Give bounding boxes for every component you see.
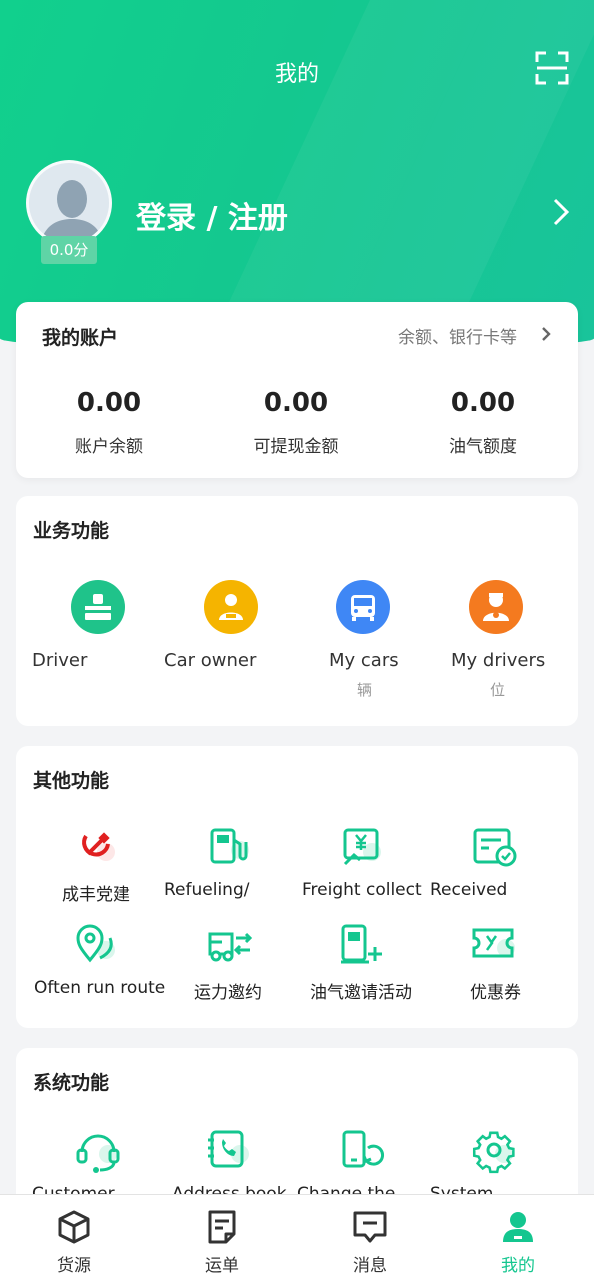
stat-value: 0.00 [263,388,329,418]
stat-value: 0.00 [450,388,516,418]
other-item-label[interactable]: 运力邀约 [194,978,262,1003]
box-icon [58,1210,90,1244]
stat-fuel-quota[interactable]: 0.00 油气额度 [393,388,573,457]
coupon-icon[interactable] [470,920,518,968]
car-owner-icon[interactable] [204,580,258,634]
business-title: 业务功能 [33,520,110,542]
login-register-link[interactable]: 登录 / 注册 [136,193,288,237]
settings-gear-icon[interactable] [470,1126,518,1174]
fuel-pump-icon[interactable] [206,822,254,870]
route-icon[interactable] [74,920,122,968]
freight-receipt-icon[interactable] [338,822,386,870]
change-phone-icon[interactable] [338,1126,386,1174]
waybill-icon [208,1210,236,1244]
business-item-sub: 位 [490,681,506,699]
stat-label: 账户余额 [75,437,143,457]
other-item-label[interactable]: Received [430,880,507,900]
system-functions-title: 系统功能 [33,1072,110,1094]
drivers-icon[interactable] [469,580,523,634]
account-more-link[interactable]: 余额、银行卡等 [398,323,517,348]
other-item-label[interactable]: Often run route [34,978,165,998]
stat-value: 0.00 [76,388,142,418]
tab-label: 我的 [501,1256,535,1276]
driver-icon[interactable] [71,580,125,634]
headset-icon[interactable] [74,1126,122,1174]
other-item-label[interactable]: 成丰党建 [62,880,130,905]
tab-label: 运单 [205,1256,239,1276]
page-title: 我的 [274,62,319,87]
chevron-right-icon[interactable] [540,326,552,342]
scan-icon[interactable] [534,50,570,86]
other-item-label[interactable]: Freight collect [302,880,422,900]
address-book-icon[interactable] [206,1126,254,1174]
received-icon[interactable] [470,822,518,870]
business-item-my-cars[interactable]: My cars [329,650,399,671]
other-item-label[interactable]: Refueling/ [164,880,249,900]
tab-label: 消息 [353,1256,387,1276]
other-item-label[interactable]: 优惠券 [470,978,521,1003]
tab-label: 货源 [57,1256,91,1276]
business-item-driver[interactable]: Driver [32,650,87,671]
score-badge: 0.0分 [41,236,97,264]
user-icon [503,1212,533,1242]
tab-messages[interactable]: 消息 [296,1195,444,1280]
stat-balance[interactable]: 0.00 账户余额 [19,388,199,457]
car-icon[interactable] [336,580,390,634]
bottom-tab-bar: 货源 运单 消息 我的 [0,1194,594,1280]
truck-invite-icon[interactable] [206,920,254,968]
other-functions-title: 其他功能 [33,770,110,792]
avatar[interactable] [26,160,112,246]
party-emblem-icon[interactable] [74,822,122,870]
fuel-invite-icon[interactable] [338,920,386,968]
account-title: 我的账户 [42,327,119,349]
tab-mine[interactable]: 我的 [444,1195,592,1280]
stat-withdrawable[interactable]: 0.00 可提现金额 [206,388,386,457]
business-item-sub: 辆 [357,681,373,699]
stat-label: 油气额度 [449,437,517,457]
chevron-right-icon[interactable] [548,196,574,228]
tab-cargo[interactable]: 货源 [0,1195,148,1280]
business-item-car-owner[interactable]: Car owner [164,650,256,671]
business-item-my-drivers[interactable]: My drivers [451,650,545,671]
other-item-label[interactable]: 油气邀请活动 [310,978,412,1003]
tab-waybill[interactable]: 运单 [148,1195,296,1280]
stat-label: 可提现金额 [253,437,339,457]
message-icon [353,1211,387,1243]
